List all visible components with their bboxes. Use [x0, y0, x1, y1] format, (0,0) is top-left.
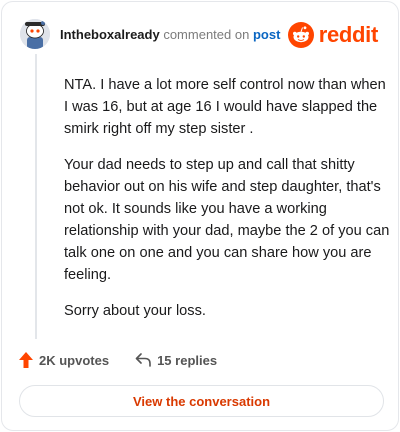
comment-actions: 2K upvotes 15 replies	[19, 349, 217, 371]
replies-button[interactable]: 15 replies	[135, 353, 217, 368]
reddit-snoo-icon	[287, 22, 314, 48]
comment-paragraph: Sorry about your loss.	[64, 303, 206, 319]
comment-paragraph: NTA. I have a lot more self control now …	[64, 77, 386, 137]
replies-count: 15 replies	[157, 352, 218, 368]
comment-paragraph: Your dad needs to step up and call that …	[64, 157, 390, 283]
comment-body: NTA. I have a lot more self control now …	[64, 74, 390, 336]
upvotes-count: 2K upvotes	[39, 352, 110, 368]
view-conversation-button[interactable]: View the conversation	[19, 385, 384, 417]
thread-line	[35, 54, 37, 339]
comment-meta: Intheboxalready commented on post	[60, 27, 280, 43]
post-link[interactable]: post	[253, 27, 280, 42]
comment-card: Intheboxalready commented on post reddit…	[1, 1, 399, 431]
username-link[interactable]: Intheboxalready	[60, 27, 160, 42]
avatar[interactable]	[20, 19, 50, 49]
commented-on-text: commented on	[163, 27, 250, 42]
upvote-button[interactable]: 2K upvotes	[19, 352, 109, 368]
reply-arrow-icon	[135, 353, 151, 367]
comment-header: Intheboxalready commented on post reddit	[20, 18, 380, 52]
upvote-arrow-icon	[19, 352, 33, 368]
snoo-avatar-icon	[20, 19, 50, 49]
reddit-wordmark: reddit	[318, 22, 379, 47]
reddit-logo[interactable]: reddit	[287, 21, 379, 49]
